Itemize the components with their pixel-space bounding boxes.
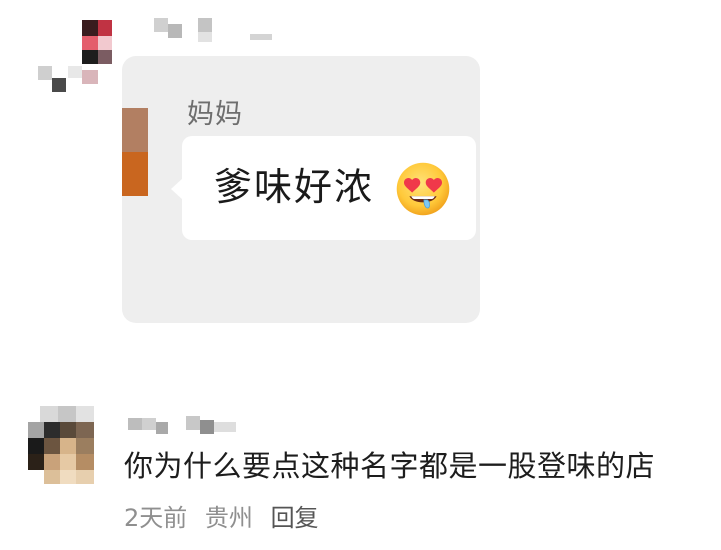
chat-message-text: 爹味好浓 (214, 165, 375, 209)
bottom-username-mosaic[interactable] (128, 412, 240, 436)
chat-message-bubble: 爹味好浓 (171, 136, 476, 240)
comment-meta: 2天前 贵州 回复 (124, 506, 329, 530)
chat-sender-avatar (122, 108, 148, 196)
comment-location: 贵州 (204, 504, 253, 532)
top-avatar-mosaic[interactable] (28, 8, 112, 94)
heart-eyes-emoji-icon (396, 162, 450, 216)
top-username-mosaic[interactable] (154, 14, 284, 44)
bottom-avatar-mosaic[interactable] (24, 406, 108, 490)
reply-button[interactable]: 回复 (271, 504, 319, 532)
chat-sender-name: 妈妈 (187, 99, 243, 130)
comment-text: 你为什么要点这种名字都是一股登味的店 (124, 449, 656, 483)
comment-time: 2天前 (124, 504, 188, 532)
